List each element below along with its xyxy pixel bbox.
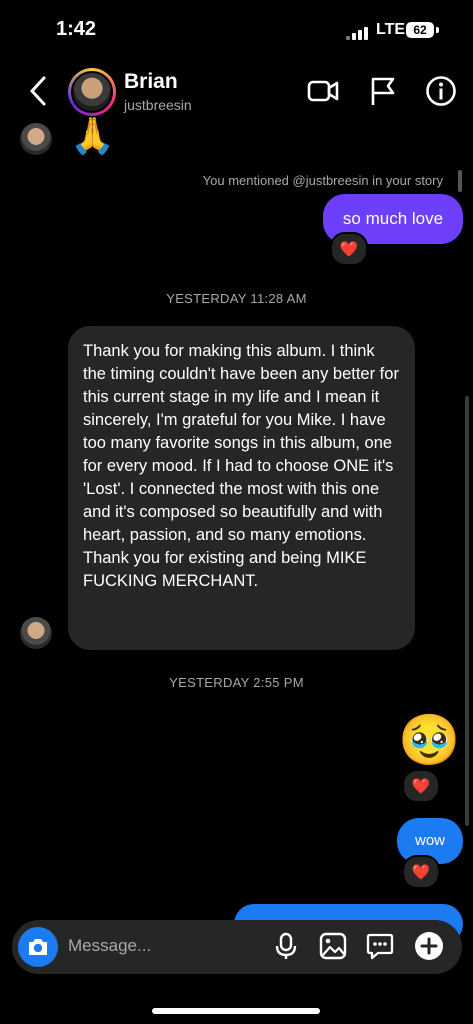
- pleading-face-message[interactable]: 🥹: [398, 715, 460, 765]
- video-call-icon[interactable]: [306, 74, 340, 108]
- incoming-message[interactable]: Thank you for making this album. I think…: [68, 326, 415, 650]
- contact-name[interactable]: Brian: [124, 70, 178, 94]
- heart-reaction[interactable]: ❤️: [402, 769, 440, 803]
- flag-icon[interactable]: [366, 74, 400, 108]
- timestamp: YESTERDAY 11:28 AM: [166, 291, 307, 306]
- gallery-icon[interactable]: [319, 931, 347, 961]
- camera-icon: [29, 939, 47, 955]
- scroll-marker: [458, 170, 462, 192]
- home-indicator: [152, 1008, 320, 1014]
- message-input[interactable]: Message...: [68, 936, 151, 956]
- network-label: LTE: [376, 21, 406, 38]
- sender-avatar: [20, 617, 52, 649]
- microphone-icon[interactable]: [272, 931, 300, 961]
- story-mention-note: You mentioned @justbreesin in your story: [202, 173, 443, 188]
- heart-reaction[interactable]: ❤️: [402, 855, 440, 889]
- sender-avatar: [20, 123, 52, 155]
- info-icon[interactable]: [424, 74, 458, 108]
- status-time: 1:42: [56, 18, 97, 40]
- contact-username[interactable]: justbreesin: [124, 97, 192, 113]
- battery-nub: [436, 27, 439, 33]
- timestamp: YESTERDAY 2:55 PM: [169, 675, 304, 690]
- signal-icon: [346, 26, 370, 40]
- contact-avatar[interactable]: [68, 68, 116, 116]
- scrollbar[interactable]: [465, 396, 469, 826]
- sticker-chat-icon[interactable]: [366, 931, 394, 961]
- camera-button[interactable]: [18, 927, 58, 967]
- add-icon[interactable]: [414, 931, 444, 961]
- praying-hands-message[interactable]: 🙏: [70, 118, 115, 154]
- heart-reaction[interactable]: ❤️: [330, 232, 368, 266]
- back-arrow-icon[interactable]: [26, 74, 52, 108]
- battery-icon: 62: [406, 22, 434, 38]
